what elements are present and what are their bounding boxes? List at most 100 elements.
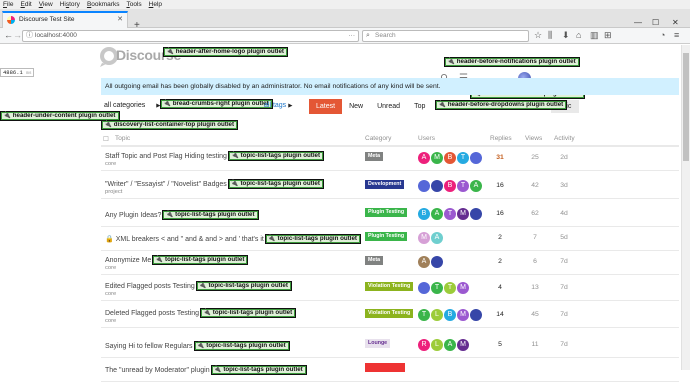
avatar[interactable]: M	[431, 152, 443, 164]
avatar[interactable]: A	[470, 180, 482, 192]
category-badge[interactable]: Meta	[365, 256, 384, 265]
topic-row[interactable]: Anonymize Me 🔌 topic-list-tags plugin outl…	[101, 251, 679, 275]
header-views[interactable]: Views	[525, 135, 542, 142]
avatar[interactable]: M	[457, 282, 469, 294]
avatar[interactable]: B	[444, 180, 456, 192]
library-icon[interactable]: ⫼	[548, 30, 552, 41]
select-all-icon[interactable]: ☐	[103, 135, 109, 143]
menu-edit[interactable]: Edit	[21, 1, 32, 8]
nav-pill-top[interactable]: Top	[407, 99, 432, 114]
topic-title-link[interactable]: Any Plugin Ideas?	[105, 212, 161, 219]
topic-row[interactable]: Edited Flagged posts Testing 🔌 topic-list-…	[101, 277, 679, 301]
header-topic[interactable]: Topic	[115, 135, 130, 142]
topic-title-link[interactable]: XML breakers < and " and & and > and ' t…	[116, 236, 264, 243]
topic-row[interactable]: "Writer" / "Essayist" / "Novelist" Badge…	[101, 175, 679, 199]
menu-tools[interactable]: Tools	[126, 1, 141, 8]
back-icon[interactable]: ←	[4, 30, 13, 40]
topic-row[interactable]: Staff Topic and Post Flag Hiding testing…	[101, 147, 679, 171]
nav-pill-new[interactable]: New	[342, 99, 370, 114]
avatar[interactable]	[470, 152, 482, 164]
menu-help[interactable]: Help	[149, 1, 162, 8]
topic-tag[interactable]: core	[105, 291, 116, 297]
avatar[interactable]: B	[444, 152, 456, 164]
topic-row[interactable]: Any Plugin Ideas? 🔌 topic-list-tags plugin…	[101, 203, 679, 227]
menu-history[interactable]: History	[60, 1, 80, 8]
avatar[interactable]: A	[444, 339, 456, 351]
avatar[interactable]	[470, 208, 482, 220]
avatar[interactable]: A	[418, 256, 430, 268]
browser-tab[interactable]: Discourse Test Site ✕	[2, 11, 128, 28]
category-badge[interactable]: Plugin Testing	[365, 208, 408, 217]
maximize-icon[interactable]: ☐	[652, 18, 659, 27]
activity-time[interactable]: 3d	[554, 182, 574, 189]
menu-view[interactable]: View	[39, 1, 53, 8]
avatar[interactable]	[431, 180, 443, 192]
url-bar[interactable]: ⓘ localhost:4000 ···	[22, 30, 359, 42]
avatar[interactable]	[418, 180, 430, 192]
avatar[interactable]: B	[444, 309, 456, 321]
home-icon[interactable]: ⌂	[576, 30, 581, 40]
firefox-menu-icon[interactable]: ≡	[674, 30, 679, 40]
menu-file[interactable]: File	[3, 1, 14, 8]
avatar[interactable]: M	[418, 232, 430, 244]
page-scrollbar[interactable]	[681, 45, 690, 370]
category-badge[interactable]	[365, 363, 405, 372]
avatar[interactable]: A	[431, 232, 443, 244]
star-icon[interactable]: ☆	[534, 30, 542, 41]
close-tab-icon[interactable]: ✕	[117, 13, 123, 27]
header-category[interactable]: Category	[365, 135, 391, 142]
category-dropdown[interactable]: all categories ▶	[104, 102, 160, 109]
avatar[interactable]: M	[457, 309, 469, 321]
avatar[interactable]: B	[418, 208, 430, 220]
topic-title-link[interactable]: The "unread by Moderator" plugin	[105, 367, 210, 374]
topic-row[interactable]: The "unread by Moderator" plugin 🔌 topic-l…	[101, 358, 679, 382]
avatar[interactable]: T	[457, 152, 469, 164]
avatar[interactable]: L	[431, 339, 443, 351]
scrollbar-thumb[interactable]	[683, 53, 689, 161]
topic-title-link[interactable]: Deleted Flagged posts Testing	[105, 310, 199, 317]
forward-icon[interactable]: →	[13, 30, 22, 40]
avatar[interactable]: M	[457, 339, 469, 351]
topic-title-link[interactable]: "Writer" / "Essayist" / "Novelist" Badge…	[105, 181, 227, 188]
avatar[interactable]	[431, 256, 443, 268]
avatar[interactable]	[470, 309, 482, 321]
activity-time[interactable]: 7d	[554, 311, 574, 318]
avatar[interactable]: T	[444, 208, 456, 220]
avatar[interactable]	[418, 282, 430, 294]
activity-time[interactable]: 7d	[554, 341, 574, 348]
sidebar-icon[interactable]: ▥	[590, 30, 599, 41]
avatar[interactable]: A	[431, 208, 443, 220]
activity-time[interactable]: 4d	[554, 210, 574, 217]
avatar[interactable]: L	[431, 309, 443, 321]
avatar[interactable]: T	[444, 282, 456, 294]
topic-title-link[interactable]: Staff Topic and Post Flag Hiding testing	[105, 153, 227, 160]
topic-title-link[interactable]: Anonymize Me	[105, 257, 151, 264]
avatar[interactable]: T	[457, 180, 469, 192]
avatar[interactable]: M	[457, 208, 469, 220]
header-activity[interactable]: Activity	[554, 135, 575, 142]
extension-icon[interactable]: ⊞	[604, 30, 612, 41]
menu-bookmarks[interactable]: Bookmarks	[87, 1, 120, 8]
info-icon[interactable]: ⓘ	[26, 31, 33, 41]
category-badge[interactable]: Lounge	[365, 339, 391, 348]
topic-row[interactable]: Deleted Flagged posts Testing 🔌 topic-list…	[101, 304, 679, 328]
minimize-icon[interactable]: —	[634, 18, 642, 27]
page-actions-icon[interactable]: ···	[349, 31, 356, 41]
topic-title-link[interactable]: Edited Flagged posts Testing	[105, 283, 195, 290]
activity-time[interactable]: 7d	[554, 284, 574, 291]
topic-tag[interactable]: core	[105, 318, 116, 324]
activity-time[interactable]: 2d	[554, 154, 574, 161]
tags-dropdown[interactable]: all tags ▶	[264, 102, 292, 109]
category-badge[interactable]: Violation Testing	[365, 309, 414, 318]
activity-time[interactable]: 7d	[554, 258, 574, 265]
close-window-icon[interactable]: ✕	[672, 18, 679, 27]
nav-pill-unread[interactable]: Unread	[370, 99, 407, 114]
avatar[interactable]: A	[418, 152, 430, 164]
topic-title-link[interactable]: Saying Hi to fellow Regulars	[105, 343, 193, 350]
topic-tag[interactable]: core	[105, 265, 116, 271]
topic-tag[interactable]: core	[105, 161, 116, 167]
pocket-icon[interactable]: ◔	[660, 30, 665, 40]
topic-tag[interactable]: project	[105, 189, 122, 195]
avatar[interactable]: R	[418, 339, 430, 351]
category-badge[interactable]: Plugin Testing	[365, 232, 408, 241]
